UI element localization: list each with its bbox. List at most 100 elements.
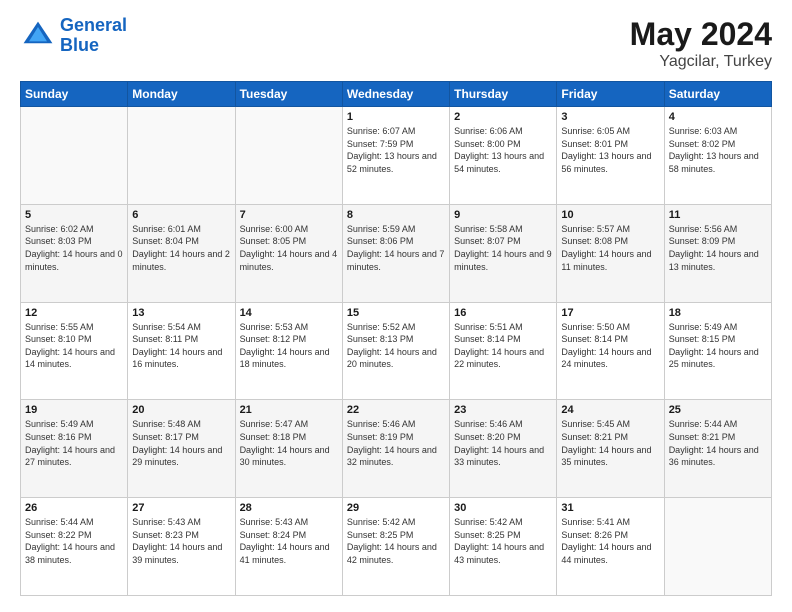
calendar-cell: 23 Sunrise: 5:46 AMSunset: 8:20 PMDaylig…: [450, 400, 557, 498]
calendar-week-5: 26 Sunrise: 5:44 AMSunset: 8:22 PMDaylig…: [21, 498, 772, 596]
title-block: May 2024 Yagcilar, Turkey: [630, 16, 772, 71]
calendar-cell: 31 Sunrise: 5:41 AMSunset: 8:26 PMDaylig…: [557, 498, 664, 596]
day-number: 5: [25, 209, 123, 221]
day-number: 20: [132, 404, 230, 416]
calendar-cell: 29 Sunrise: 5:42 AMSunset: 8:25 PMDaylig…: [342, 498, 449, 596]
calendar-cell: 13 Sunrise: 5:54 AMSunset: 8:11 PMDaylig…: [128, 302, 235, 400]
logo-general: General: [60, 15, 127, 35]
calendar-cell: 12 Sunrise: 5:55 AMSunset: 8:10 PMDaylig…: [21, 302, 128, 400]
calendar-cell: 30 Sunrise: 5:42 AMSunset: 8:25 PMDaylig…: [450, 498, 557, 596]
day-number: 23: [454, 404, 552, 416]
day-number: 3: [561, 111, 659, 123]
day-number: 2: [454, 111, 552, 123]
day-info: Sunrise: 5:45 AMSunset: 8:21 PMDaylight:…: [561, 419, 651, 467]
calendar-cell: 10 Sunrise: 5:57 AMSunset: 8:08 PMDaylig…: [557, 204, 664, 302]
day-number: 9: [454, 209, 552, 221]
calendar-cell: 15 Sunrise: 5:52 AMSunset: 8:13 PMDaylig…: [342, 302, 449, 400]
header: General Blue May 2024 Yagcilar, Turkey: [20, 16, 772, 71]
calendar-cell: 28 Sunrise: 5:43 AMSunset: 8:24 PMDaylig…: [235, 498, 342, 596]
calendar-header-row: Sunday Monday Tuesday Wednesday Thursday…: [21, 82, 772, 107]
day-info: Sunrise: 5:51 AMSunset: 8:14 PMDaylight:…: [454, 322, 544, 370]
col-wednesday: Wednesday: [342, 82, 449, 107]
day-number: 12: [25, 307, 123, 319]
location: Yagcilar, Turkey: [630, 53, 772, 71]
calendar-cell: 27 Sunrise: 5:43 AMSunset: 8:23 PMDaylig…: [128, 498, 235, 596]
calendar-cell: 20 Sunrise: 5:48 AMSunset: 8:17 PMDaylig…: [128, 400, 235, 498]
logo-icon: [20, 18, 56, 54]
calendar-table: Sunday Monday Tuesday Wednesday Thursday…: [20, 81, 772, 596]
day-info: Sunrise: 5:57 AMSunset: 8:08 PMDaylight:…: [561, 224, 651, 272]
calendar-cell: [21, 107, 128, 205]
logo-blue: Blue: [60, 35, 99, 55]
col-saturday: Saturday: [664, 82, 771, 107]
day-info: Sunrise: 6:03 AMSunset: 8:02 PMDaylight:…: [669, 126, 759, 174]
day-number: 22: [347, 404, 445, 416]
day-info: Sunrise: 5:42 AMSunset: 8:25 PMDaylight:…: [454, 517, 544, 565]
calendar-cell: 6 Sunrise: 6:01 AMSunset: 8:04 PMDayligh…: [128, 204, 235, 302]
calendar-week-4: 19 Sunrise: 5:49 AMSunset: 8:16 PMDaylig…: [21, 400, 772, 498]
day-number: 30: [454, 502, 552, 514]
day-info: Sunrise: 5:55 AMSunset: 8:10 PMDaylight:…: [25, 322, 115, 370]
day-number: 28: [240, 502, 338, 514]
day-info: Sunrise: 5:53 AMSunset: 8:12 PMDaylight:…: [240, 322, 330, 370]
calendar-cell: 25 Sunrise: 5:44 AMSunset: 8:21 PMDaylig…: [664, 400, 771, 498]
day-number: 15: [347, 307, 445, 319]
day-number: 11: [669, 209, 767, 221]
day-info: Sunrise: 6:05 AMSunset: 8:01 PMDaylight:…: [561, 126, 651, 174]
month-year: May 2024: [630, 16, 772, 53]
day-info: Sunrise: 5:49 AMSunset: 8:16 PMDaylight:…: [25, 419, 115, 467]
day-info: Sunrise: 5:44 AMSunset: 8:22 PMDaylight:…: [25, 517, 115, 565]
day-number: 29: [347, 502, 445, 514]
day-number: 26: [25, 502, 123, 514]
calendar-cell: 19 Sunrise: 5:49 AMSunset: 8:16 PMDaylig…: [21, 400, 128, 498]
day-info: Sunrise: 5:56 AMSunset: 8:09 PMDaylight:…: [669, 224, 759, 272]
day-info: Sunrise: 5:52 AMSunset: 8:13 PMDaylight:…: [347, 322, 437, 370]
col-tuesday: Tuesday: [235, 82, 342, 107]
day-number: 4: [669, 111, 767, 123]
day-number: 27: [132, 502, 230, 514]
day-info: Sunrise: 5:50 AMSunset: 8:14 PMDaylight:…: [561, 322, 651, 370]
calendar-week-1: 1 Sunrise: 6:07 AMSunset: 7:59 PMDayligh…: [21, 107, 772, 205]
day-number: 6: [132, 209, 230, 221]
day-info: Sunrise: 6:07 AMSunset: 7:59 PMDaylight:…: [347, 126, 437, 174]
calendar-cell: 18 Sunrise: 5:49 AMSunset: 8:15 PMDaylig…: [664, 302, 771, 400]
calendar-cell: 4 Sunrise: 6:03 AMSunset: 8:02 PMDayligh…: [664, 107, 771, 205]
day-number: 10: [561, 209, 659, 221]
col-friday: Friday: [557, 82, 664, 107]
col-sunday: Sunday: [21, 82, 128, 107]
calendar-cell: 17 Sunrise: 5:50 AMSunset: 8:14 PMDaylig…: [557, 302, 664, 400]
day-info: Sunrise: 5:41 AMSunset: 8:26 PMDaylight:…: [561, 517, 651, 565]
day-info: Sunrise: 5:48 AMSunset: 8:17 PMDaylight:…: [132, 419, 222, 467]
day-info: Sunrise: 5:49 AMSunset: 8:15 PMDaylight:…: [669, 322, 759, 370]
day-number: 7: [240, 209, 338, 221]
day-number: 8: [347, 209, 445, 221]
day-info: Sunrise: 6:00 AMSunset: 8:05 PMDaylight:…: [240, 224, 338, 272]
day-number: 21: [240, 404, 338, 416]
day-number: 31: [561, 502, 659, 514]
calendar-cell: 22 Sunrise: 5:46 AMSunset: 8:19 PMDaylig…: [342, 400, 449, 498]
day-number: 17: [561, 307, 659, 319]
calendar-cell: 14 Sunrise: 5:53 AMSunset: 8:12 PMDaylig…: [235, 302, 342, 400]
calendar-week-3: 12 Sunrise: 5:55 AMSunset: 8:10 PMDaylig…: [21, 302, 772, 400]
logo-text: General Blue: [60, 16, 127, 56]
day-number: 14: [240, 307, 338, 319]
day-info: Sunrise: 6:01 AMSunset: 8:04 PMDaylight:…: [132, 224, 230, 272]
day-info: Sunrise: 5:46 AMSunset: 8:19 PMDaylight:…: [347, 419, 437, 467]
calendar-cell: 11 Sunrise: 5:56 AMSunset: 8:09 PMDaylig…: [664, 204, 771, 302]
calendar-cell: 24 Sunrise: 5:45 AMSunset: 8:21 PMDaylig…: [557, 400, 664, 498]
calendar-cell: 26 Sunrise: 5:44 AMSunset: 8:22 PMDaylig…: [21, 498, 128, 596]
day-info: Sunrise: 6:02 AMSunset: 8:03 PMDaylight:…: [25, 224, 123, 272]
day-number: 1: [347, 111, 445, 123]
day-number: 16: [454, 307, 552, 319]
calendar-cell: 21 Sunrise: 5:47 AMSunset: 8:18 PMDaylig…: [235, 400, 342, 498]
day-info: Sunrise: 5:46 AMSunset: 8:20 PMDaylight:…: [454, 419, 544, 467]
calendar-cell: 9 Sunrise: 5:58 AMSunset: 8:07 PMDayligh…: [450, 204, 557, 302]
day-info: Sunrise: 6:06 AMSunset: 8:00 PMDaylight:…: [454, 126, 544, 174]
day-info: Sunrise: 5:43 AMSunset: 8:23 PMDaylight:…: [132, 517, 222, 565]
day-info: Sunrise: 5:44 AMSunset: 8:21 PMDaylight:…: [669, 419, 759, 467]
calendar-week-2: 5 Sunrise: 6:02 AMSunset: 8:03 PMDayligh…: [21, 204, 772, 302]
calendar-cell: 2 Sunrise: 6:06 AMSunset: 8:00 PMDayligh…: [450, 107, 557, 205]
day-info: Sunrise: 5:54 AMSunset: 8:11 PMDaylight:…: [132, 322, 222, 370]
day-number: 25: [669, 404, 767, 416]
logo: General Blue: [20, 16, 127, 56]
